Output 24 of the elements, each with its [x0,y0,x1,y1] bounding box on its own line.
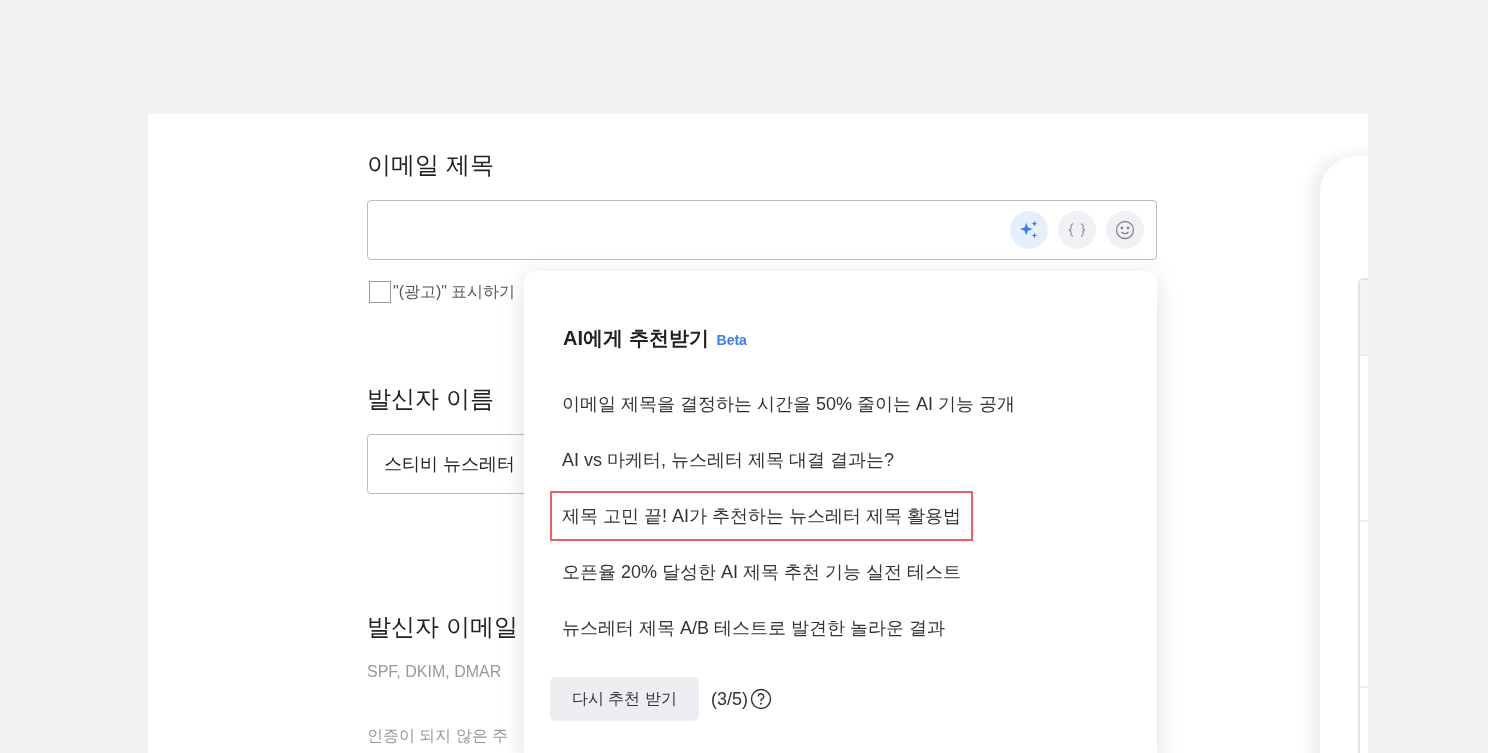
suggestion-item[interactable]: AI vs 마케터, 뉴스레터 제목 대결 결과는? [550,435,907,485]
ai-sparkle-button[interactable] [1010,211,1048,249]
help-text: 인증이 되지 않은 주 [367,726,509,746]
emoji-button[interactable] [1106,211,1144,249]
sparkle-icon [1018,219,1040,241]
checkbox-label: "(광고)" 표시하기 [393,282,516,302]
usage-count: (3/5) [710,687,748,711]
smiley-icon [1115,220,1135,240]
help-text: SPF, DKIM, DMAR [367,662,502,682]
ad-checkbox[interactable] [369,281,391,303]
popup-title: AI에게 추천받기 [563,326,709,351]
suggestion-item[interactable]: 오픈율 20% 달성한 AI 제목 추천 기능 실전 테스트 [550,547,974,597]
suggestion-item[interactable]: 뉴스레터 제목 A/B 테스트로 발견한 놀라운 결과 [550,603,958,653]
suggestion-item[interactable]: 제목 고민 끝! AI가 추천하는 뉴스레터 제목 활용법 [550,491,973,541]
help-icon[interactable] [749,688,772,710]
retry-button[interactable]: 다시 추천 받기 [550,677,699,721]
suggestion-item[interactable]: 이메일 제목을 결정하는 시간을 50% 줄이는 AI 기능 공개 [550,379,1028,429]
subject-input[interactable] [367,200,1157,260]
field-label: 발신자 이름 [367,384,494,414]
braces-icon [1067,222,1087,238]
field-label: 발신자 이메일 [367,612,518,642]
variable-button[interactable] [1058,211,1096,249]
field-label: 이메일 제목 [367,150,494,180]
beta-label: Beta [716,331,747,350]
